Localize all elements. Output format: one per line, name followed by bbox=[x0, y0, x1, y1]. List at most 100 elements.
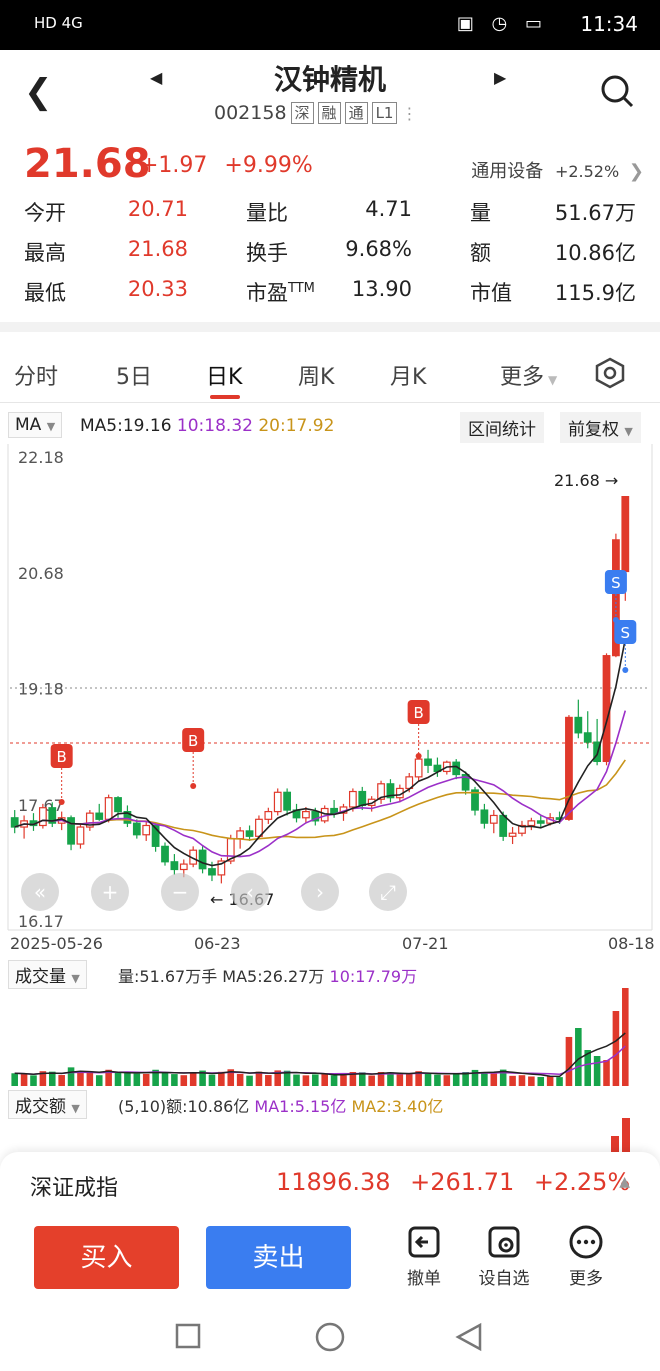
candle bbox=[245, 830, 254, 837]
ma10-line bbox=[14, 710, 627, 858]
tab-intraday[interactable]: 分时 bbox=[14, 359, 58, 391]
candle bbox=[536, 820, 545, 824]
marker-label: B bbox=[188, 732, 198, 750]
buy-button[interactable]: 买入 bbox=[34, 1226, 179, 1289]
tab-more[interactable]: 更多 ▼ bbox=[500, 359, 557, 391]
volume-bar bbox=[603, 1060, 610, 1086]
volume-selector[interactable]: 成交量 ▼ bbox=[8, 960, 87, 989]
stat-value: 115.9亿 bbox=[554, 281, 636, 305]
candle bbox=[264, 810, 273, 820]
candle bbox=[621, 496, 630, 573]
volume-bar bbox=[509, 1075, 516, 1086]
volume-bar bbox=[11, 1073, 18, 1086]
adjust-label: 前复权 bbox=[568, 420, 619, 440]
next-stock-icon[interactable]: ▶ bbox=[494, 68, 506, 87]
volume-bar bbox=[312, 1074, 319, 1086]
stat-label: 量比 bbox=[246, 201, 288, 225]
active-tab-indicator bbox=[210, 395, 240, 399]
tab-monthly-k[interactable]: 月K bbox=[390, 359, 426, 391]
recent-apps-icon[interactable] bbox=[174, 1322, 202, 1350]
home-icon[interactable] bbox=[314, 1321, 346, 1353]
zoom-in-icon-glyph: + bbox=[102, 880, 119, 904]
expand-up-icon[interactable]: ▲ bbox=[619, 1174, 630, 1190]
tag-rong: 融 bbox=[317, 102, 341, 124]
volume-bar bbox=[302, 1075, 310, 1086]
sector-link[interactable]: 通用设备 +2.52% ❯ bbox=[471, 157, 644, 183]
price-change: +1.97 +9.99% bbox=[140, 153, 313, 178]
change-pct: +9.99% bbox=[224, 153, 313, 178]
sell-button[interactable]: 卖出 bbox=[206, 1226, 351, 1289]
cancel-order-button[interactable]: 撤单 bbox=[392, 1224, 456, 1289]
index-bar[interactable]: 深证成指 11896.38 +261.71 +2.25% ▲ bbox=[0, 1152, 660, 1220]
range-stats-button[interactable]: 区间统计 bbox=[460, 412, 544, 443]
divider bbox=[0, 322, 660, 332]
more-dots-circle-icon bbox=[569, 1225, 603, 1259]
stat-value: 20.71 bbox=[127, 197, 188, 221]
ma-selector[interactable]: MA ▼ bbox=[8, 412, 63, 438]
candle bbox=[273, 791, 282, 813]
marker-label: B bbox=[413, 704, 423, 722]
marker-label: S bbox=[611, 574, 621, 592]
volume-bar bbox=[133, 1073, 141, 1086]
marker-label: B bbox=[57, 748, 67, 766]
volume-bar bbox=[622, 988, 629, 1086]
x-tick-label: 06-23 bbox=[194, 934, 241, 953]
tag-shen: 深 bbox=[290, 102, 314, 124]
stock-code: 002158 bbox=[214, 102, 287, 124]
sector-name: 通用设备 bbox=[471, 161, 544, 182]
y-tick-label: 16.17 bbox=[18, 912, 64, 931]
back-nav-icon[interactable] bbox=[454, 1322, 484, 1352]
volume-bar bbox=[565, 1036, 573, 1086]
candle bbox=[414, 758, 423, 778]
cancel-order-label: 撤单 bbox=[407, 1269, 441, 1289]
y-tick-label: 22.18 bbox=[18, 448, 64, 467]
volume-bar bbox=[396, 1074, 404, 1086]
more-label: 更多 bbox=[569, 1269, 603, 1289]
candle bbox=[480, 809, 489, 824]
marker-dot bbox=[58, 799, 65, 805]
add-watchlist-button[interactable]: 设自选 bbox=[472, 1224, 536, 1289]
ma10-value: 10:18.32 bbox=[176, 416, 253, 436]
caret-down-icon: ▼ bbox=[46, 420, 56, 433]
tab-weekly-k[interactable]: 周K bbox=[298, 359, 334, 391]
candle bbox=[527, 820, 536, 827]
tab-5day[interactable]: 5日 bbox=[116, 359, 152, 391]
candle bbox=[574, 716, 583, 734]
cancel-order-icon bbox=[408, 1226, 440, 1258]
volume-bar bbox=[368, 1075, 375, 1086]
kline-chart[interactable]: 22.1820.6819.1817.6716.17BBBSS21.68 →← 1… bbox=[0, 444, 660, 959]
volume-bar bbox=[20, 1073, 28, 1086]
stat-value: 9.68% bbox=[345, 237, 412, 261]
candle bbox=[302, 810, 310, 819]
current-price: 21.68 bbox=[24, 141, 151, 187]
adjust-selector[interactable]: 前复权 ▼ bbox=[560, 412, 641, 443]
volume-bar bbox=[556, 1077, 563, 1086]
caret-down-icon: ▼ bbox=[624, 425, 633, 438]
volume-bar bbox=[546, 1076, 554, 1086]
ma5-value: MA5:19.16 bbox=[80, 416, 172, 436]
volume-bar bbox=[405, 1073, 413, 1086]
volume-bar bbox=[180, 1075, 188, 1086]
volume-bar bbox=[58, 1075, 65, 1086]
volume-bar bbox=[208, 1074, 216, 1086]
candle bbox=[208, 868, 216, 876]
candle bbox=[161, 845, 169, 863]
stat-label: 量 bbox=[470, 201, 491, 225]
stat-label: 最低 bbox=[24, 281, 66, 305]
x-tick-label: 2025-05-26 bbox=[10, 934, 103, 953]
candle bbox=[508, 832, 517, 837]
more-dots-icon[interactable]: ⋮ bbox=[401, 104, 417, 123]
candle bbox=[489, 814, 498, 824]
volume-bar bbox=[481, 1072, 488, 1086]
volume-bar bbox=[265, 1075, 272, 1086]
candle bbox=[236, 830, 245, 840]
more-button[interactable]: 更多 bbox=[554, 1224, 618, 1289]
volume-bar bbox=[67, 1067, 75, 1086]
volume-bar bbox=[246, 1075, 253, 1086]
settings-hex-icon[interactable] bbox=[594, 357, 626, 389]
tag-l1: L1 bbox=[371, 102, 398, 124]
tab-daily-k[interactable]: 日K bbox=[206, 359, 242, 391]
candle bbox=[114, 797, 122, 813]
volume-bar bbox=[236, 1073, 244, 1086]
search-icon[interactable] bbox=[600, 74, 634, 108]
